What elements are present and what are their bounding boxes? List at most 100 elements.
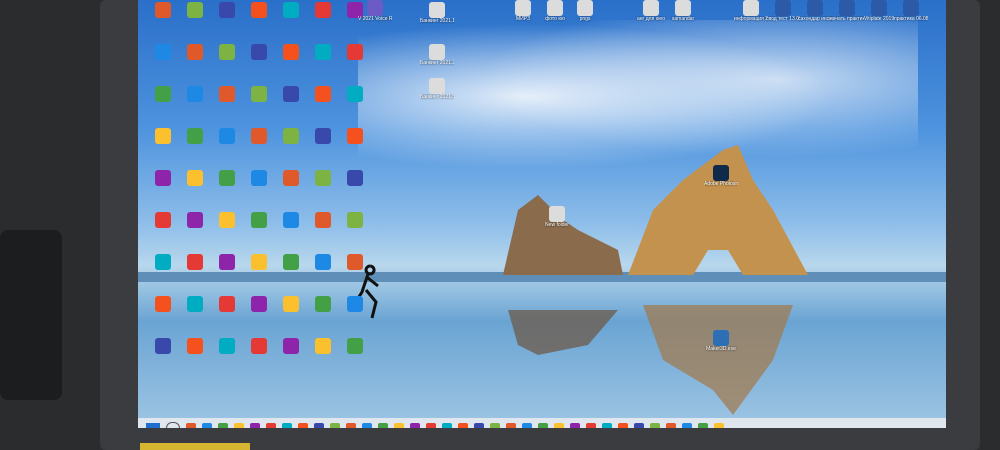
desktop-named-icon[interactable]: samandar [666,0,700,22]
desktop-shortcut-icon[interactable] [178,44,212,60]
desktop-shortcut-icon[interactable] [274,170,308,186]
desktop-shortcut-icon[interactable] [146,254,180,270]
desktop-shortcut-icon[interactable] [146,212,180,228]
search-icon[interactable] [166,422,180,428]
desktop-shortcut-icon[interactable] [338,86,372,102]
taskbar-app-icon[interactable] [714,423,724,428]
desktop-named-icon[interactable]: свод тест 13.09.21 [766,0,800,22]
taskbar-app-icon[interactable] [346,423,356,428]
desktop-named-icon[interactable]: анг для юео [634,0,668,22]
desktop-shortcut-icon[interactable] [274,296,308,312]
taskbar-app-icon[interactable] [218,423,228,428]
desktop-shortcut-icon[interactable] [178,338,212,354]
desktop-shortcut-icon[interactable] [210,254,244,270]
desktop-named-icon[interactable]: МИРЗ [506,0,540,22]
desktop-named-icon[interactable]: начать практика [830,0,864,22]
taskbar-app-icon[interactable] [666,423,676,428]
desktop-shortcut-icon[interactable] [338,170,372,186]
desktop-named-icon[interactable]: Банкинг 2021.1 [420,2,454,24]
desktop-shortcut-icon[interactable] [210,338,244,354]
desktop-shortcut-icon[interactable] [178,86,212,102]
desktop-shortcut-icon[interactable] [146,2,180,18]
taskbar-app-icon[interactable] [506,423,516,428]
desktop-shortcut-icon[interactable] [274,86,308,102]
desktop-shortcut-icon[interactable] [210,296,244,312]
desktop-shortcut-icon[interactable] [242,296,276,312]
desktop-shortcut-icon[interactable] [306,254,340,270]
desktop-shortcut-icon[interactable] [306,338,340,354]
desktop-shortcut-icon[interactable] [306,44,340,60]
desktop-shortcut-icon[interactable] [210,212,244,228]
taskbar-app-icon[interactable] [282,423,292,428]
desktop-shortcut-icon[interactable] [146,338,180,354]
taskbar-app-icon[interactable] [634,423,644,428]
desktop-named-icon[interactable]: Vitiplate 2019 [862,0,896,22]
taskbar-app-icon[interactable] [330,423,340,428]
desktop-named-icon[interactable]: Банкинг 2021.3 [420,78,454,100]
desktop-shortcut-icon[interactable] [242,254,276,270]
taskbar-app-icon[interactable] [586,423,596,428]
taskbar-app-icon[interactable] [522,423,532,428]
taskbar-app-icon[interactable] [538,423,548,428]
taskbar-app-icon[interactable] [394,423,404,428]
desktop-shortcut-icon[interactable] [178,2,212,18]
desktop-shortcut-icon[interactable] [146,128,180,144]
desktop-named-icon[interactable]: Maker3D.exe [704,330,738,352]
taskbar-app-icon[interactable] [442,423,452,428]
desktop-shortcut-icon[interactable] [274,128,308,144]
desktop-shortcut-icon[interactable] [306,86,340,102]
desktop-shortcut-icon[interactable] [210,44,244,60]
taskbar-app-icon[interactable] [186,423,196,428]
desktop-shortcut-icon[interactable] [242,170,276,186]
start-button[interactable] [146,423,160,428]
desktop-named-icon[interactable]: практика 06.08.2021 [894,0,928,22]
desktop-shortcut-icon[interactable] [210,128,244,144]
desktop-shortcut-icon[interactable] [146,44,180,60]
desktop-named-icon[interactable]: сахондар инсидар [798,0,832,22]
taskbar-app-icon[interactable] [298,423,308,428]
desktop-shortcut-icon[interactable] [146,86,180,102]
desktop-shortcut-icon[interactable] [338,212,372,228]
desktop-shortcut-icon[interactable] [338,44,372,60]
desktop-shortcut-icon[interactable] [242,212,276,228]
desktop-shortcut-icon[interactable] [338,296,372,312]
desktop-shortcut-icon[interactable] [178,128,212,144]
taskbar-app-icon[interactable] [426,423,436,428]
taskbar-app-icon[interactable] [474,423,484,428]
taskbar-app-icon[interactable] [682,423,692,428]
taskbar-app-icon[interactable] [250,423,260,428]
desktop-named-icon[interactable]: информация 2021 [734,0,768,22]
taskbar-app-icon[interactable] [570,423,580,428]
desktop-shortcut-icon[interactable] [338,254,372,270]
desktop-shortcut-icon[interactable] [274,44,308,60]
taskbar-app-icon[interactable] [410,423,420,428]
taskbar-app-icon[interactable] [378,423,388,428]
desktop-named-icon[interactable]: Adobe Photosh... [704,165,738,187]
taskbar-app-icon[interactable] [698,423,708,428]
desktop-shortcut-icon[interactable] [178,296,212,312]
desktop-named-icon[interactable]: Банкинг 2021.2 [420,44,454,66]
desktop-named-icon[interactable]: New folder [540,206,574,228]
desktop-shortcut-icon[interactable] [146,296,180,312]
desktop-shortcut-icon[interactable] [306,128,340,144]
taskbar-app-icon[interactable] [602,423,612,428]
desktop-named-icon[interactable]: фото юо [538,0,572,22]
desktop-shortcut-icon[interactable] [242,338,276,354]
taskbar-app-icon[interactable] [650,423,660,428]
desktop-named-icon[interactable]: V 2021 Voice Recorder [358,0,392,22]
desktop-shortcut-icon[interactable] [306,170,340,186]
desktop-shortcut-icon[interactable] [242,128,276,144]
desktop-shortcut-icon[interactable] [274,338,308,354]
desktop-shortcut-icon[interactable] [338,128,372,144]
taskbar-app-icon[interactable] [234,423,244,428]
desktop-shortcut-icon[interactable] [242,2,276,18]
taskbar-app-icon[interactable] [554,423,564,428]
desktop-shortcut-icon[interactable] [338,338,372,354]
taskbar-app-icon[interactable] [266,423,276,428]
desktop-shortcut-icon[interactable] [274,2,308,18]
desktop-shortcut-icon[interactable] [306,212,340,228]
desktop-shortcut-icon[interactable] [178,212,212,228]
desktop-shortcut-icon[interactable] [242,44,276,60]
taskbar-app-icon[interactable] [490,423,500,428]
taskbar-app-icon[interactable] [202,423,212,428]
